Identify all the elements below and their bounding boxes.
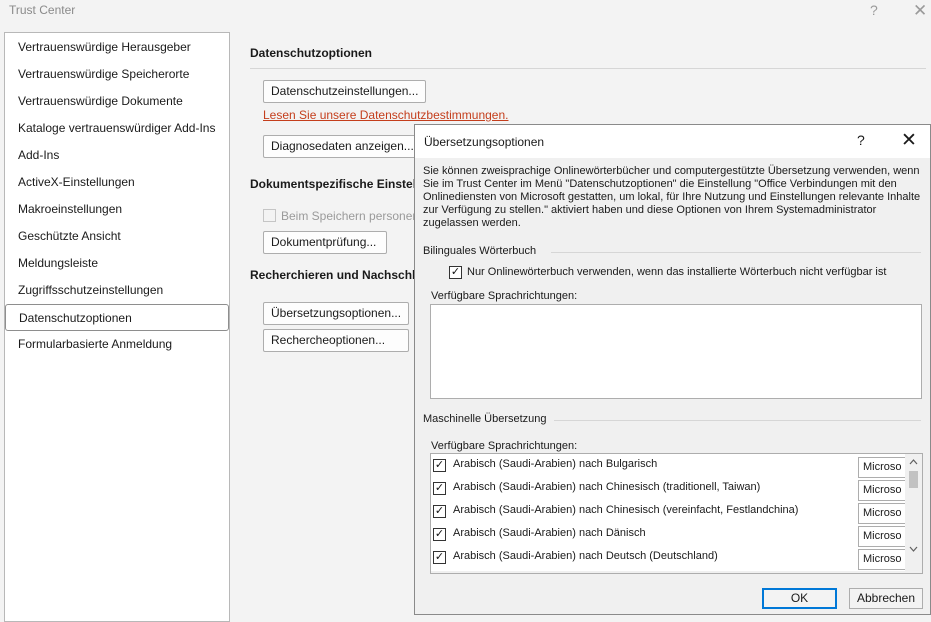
language-checkbox[interactable]: ✓: [433, 551, 446, 564]
vertical-scrollbar-graphic: [909, 459, 918, 552]
help-icon[interactable]: ?: [870, 2, 878, 18]
translation-options-button[interactable]: Übersetzungsoptionen...: [263, 302, 409, 325]
diagnostics-button[interactable]: Diagnosedaten anzeigen...: [263, 135, 418, 158]
nav-item-trusted-locations[interactable]: Vertrauenswürdige Speicherorte: [5, 61, 229, 88]
nav-item-message-bar[interactable]: Meldungsleiste: [5, 250, 229, 277]
language-checkbox[interactable]: ✓: [433, 459, 446, 472]
scroll-up-icon: [909, 459, 918, 465]
privacy-statement-link[interactable]: Lesen Sie unsere Datenschutzbestimmungen…: [263, 108, 508, 122]
dialog-close-icon[interactable]: ✕: [901, 129, 917, 152]
provider-select[interactable]: Microso: [858, 503, 906, 524]
language-checkbox[interactable]: ✓: [433, 528, 446, 541]
dialog-titlebar: Übersetzungsoptionen ? ✕: [415, 125, 930, 158]
horizontal-scrollbar-graphic: [905, 571, 922, 573]
nav-item-privacy-options[interactable]: Datenschutzoptionen: [5, 304, 229, 331]
privacy-heading: Datenschutzoptionen: [250, 46, 372, 60]
privacy-settings-button[interactable]: Datenschutzeinstellungen...: [263, 80, 426, 103]
ok-button[interactable]: OK: [762, 588, 837, 609]
language-label: Arabisch (Saudi-Arabien) nach Deutsch (D…: [453, 550, 718, 562]
bilingual-section-label: Bilinguales Wörterbuch: [423, 245, 537, 257]
language-checkbox[interactable]: ✓: [433, 482, 446, 495]
bilingual-divider: [551, 252, 921, 253]
online-dictionary-checkbox[interactable]: ✓: [449, 266, 462, 279]
vertical-scroll-thumb: [909, 471, 918, 488]
research-heading: Recherchieren und Nachschla: [250, 268, 423, 282]
scroll-down-icon: [909, 546, 918, 552]
horizontal-scrollbar[interactable]: [431, 571, 922, 573]
scroll-corner: [905, 571, 922, 573]
provider-select[interactable]: Microso: [858, 457, 906, 478]
provider-select[interactable]: Microso: [858, 549, 906, 570]
language-label: Arabisch (Saudi-Arabien) nach Dänisch: [453, 527, 646, 539]
language-checkbox[interactable]: ✓: [433, 505, 446, 518]
dialog-description: Sie können zweisprachige Onlinewörterbüc…: [423, 165, 921, 229]
language-label: Arabisch (Saudi-Arabien) nach Bulgarisch: [453, 458, 658, 470]
language-label: Arabisch (Saudi-Arabien) nach Chinesisch…: [453, 481, 761, 493]
nav-item-trusted-addin-catalogs[interactable]: Kataloge vertrauenswürdiger Add-Ins: [5, 115, 229, 142]
window-titlebar: Trust Center ? ✕: [0, 0, 931, 26]
language-label: Arabisch (Saudi-Arabien) nach Chinesisch…: [453, 504, 799, 516]
dictionary-directions-list[interactable]: [430, 304, 922, 399]
provider-select[interactable]: Microso: [858, 526, 906, 547]
online-dictionary-label: Nur Onlinewörterbuch verwenden, wenn das…: [467, 266, 887, 278]
doc-inspector-button[interactable]: Dokumentprüfung...: [263, 231, 387, 254]
nav-item-file-block[interactable]: Zugriffsschutzeinstellungen: [5, 277, 229, 304]
translation-options-dialog: Übersetzungsoptionen ? ✕ Sie können zwei…: [414, 124, 931, 615]
nav-item-form-based-signin[interactable]: Formularbasierte Anmeldung: [5, 331, 229, 358]
dialog-help-icon[interactable]: ?: [857, 132, 865, 148]
nav-item-addins[interactable]: Add-Ins: [5, 142, 229, 169]
machine-divider: [554, 420, 921, 421]
nav-item-trusted-publishers[interactable]: Vertrauenswürdige Herausgeber: [5, 34, 229, 61]
available-directions-label: Verfügbare Sprachrichtungen:: [431, 290, 578, 302]
heading-divider: [250, 68, 926, 69]
nav-item-macro-settings[interactable]: Makroeinstellungen: [5, 196, 229, 223]
cancel-button[interactable]: Abbrechen: [849, 588, 923, 609]
nav-item-trusted-documents[interactable]: Vertrauenswürdige Dokumente: [5, 88, 229, 115]
nav-item-activex[interactable]: ActiveX-Einstellungen: [5, 169, 229, 196]
provider-select[interactable]: Microso: [858, 480, 906, 501]
machine-directions-label: Verfügbare Sprachrichtungen:: [431, 440, 578, 452]
window-title: Trust Center: [9, 3, 76, 17]
nav-item-protected-view[interactable]: Geschützte Ansicht: [5, 223, 229, 250]
machine-section-label: Maschinelle Übersetzung: [423, 413, 547, 425]
machine-directions-list[interactable]: ✓ Arabisch (Saudi-Arabien) nach Bulgaris…: [430, 453, 923, 574]
close-icon[interactable]: ✕: [913, 1, 927, 21]
research-options-button[interactable]: Rechercheoptionen...: [263, 329, 409, 352]
remove-personal-info-checkbox: [263, 209, 276, 222]
vertical-scrollbar[interactable]: [905, 454, 922, 571]
remove-personal-info-label: Beim Speichern personen: [281, 209, 420, 223]
docspecific-heading: Dokumentspezifische Einstell: [250, 177, 420, 191]
dialog-title: Übersetzungsoptionen: [424, 135, 545, 149]
category-nav: Vertrauenswürdige Herausgeber Vertrauens…: [4, 32, 230, 622]
